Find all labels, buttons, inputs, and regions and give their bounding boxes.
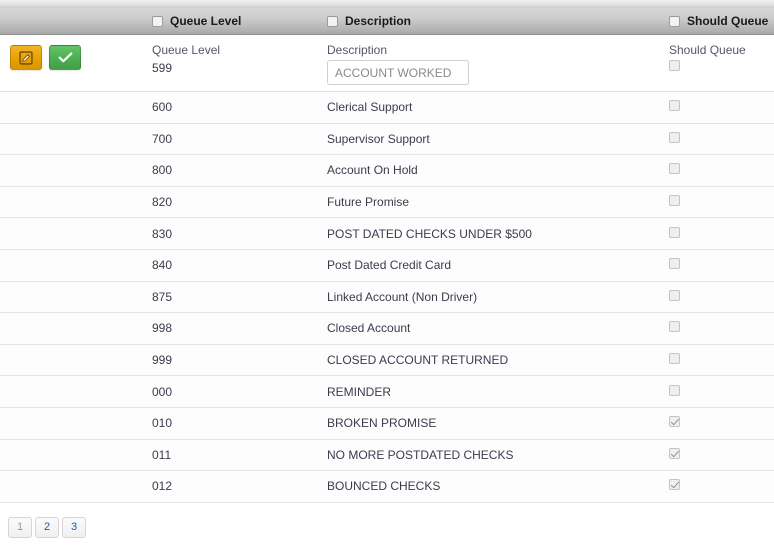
row-cell-description: Clerical Support: [327, 100, 413, 115]
pagination: 123: [0, 503, 774, 538]
select-column-should-queue-checkbox[interactable]: [669, 15, 680, 27]
queue-level-grid-page: Queue Level Description Should Queue Que…: [0, 0, 774, 554]
edit-row-actions: [0, 43, 152, 70]
header-cell-should-queue[interactable]: Should Queue: [669, 14, 774, 28]
row-cell-queue-level: 000: [152, 384, 173, 399]
row-cell-queue-level: 600: [152, 100, 173, 115]
row-cell-description: Linked Account (Non Driver): [327, 289, 478, 304]
row-should-queue-checkbox[interactable]: [669, 416, 680, 428]
row-cell-description: Supervisor Support: [327, 131, 430, 146]
row-cell-description: Future Promise: [327, 195, 410, 210]
edit-field-should-queue: Should Queue: [669, 43, 774, 74]
row-cell-queue-level: 012: [152, 479, 173, 494]
row-should-queue-checkbox[interactable]: [669, 163, 680, 175]
toolbar-strip: [0, 0, 774, 8]
row-cell-description: BOUNCED CHECKS: [327, 479, 441, 494]
row-cell-should-queue: [669, 447, 774, 462]
grid-body: 600 Clerical Support 700 Supervisor Support…: [0, 92, 774, 503]
row-cell-queue-level: 999: [152, 353, 173, 368]
row-cell-should-queue: [669, 479, 774, 493]
row-cell-description: Closed Account: [327, 321, 411, 336]
row-should-queue-checkbox[interactable]: [669, 226, 680, 238]
row-cell-queue-level: 830: [152, 226, 173, 241]
description-input[interactable]: [327, 60, 469, 85]
row-should-queue-checkbox[interactable]: [669, 195, 680, 207]
edit-value-queue-level: 599: [152, 61, 173, 75]
table-row[interactable]: 820 Future Promise: [0, 186, 774, 219]
row-should-queue-checkbox[interactable]: [669, 131, 680, 143]
row-cell-queue-level: 820: [152, 195, 173, 210]
row-cell-queue-level: 010: [152, 416, 173, 431]
inline-edit-row: Queue Level 599 Description Should Queue: [0, 35, 774, 92]
row-should-queue-checkbox[interactable]: [669, 289, 680, 301]
row-cell-should-queue: [669, 131, 774, 146]
row-cell-should-queue: [669, 195, 774, 209]
select-column-queue-level-checkbox[interactable]: [152, 15, 163, 27]
row-cell-should-queue: [669, 289, 774, 304]
edit-field-description: Description: [327, 43, 669, 85]
table-row[interactable]: 012 BOUNCED CHECKS: [0, 471, 774, 503]
row-cell-queue-level: 840: [152, 258, 173, 273]
row-cell-description: CLOSED ACCOUNT RETURNED: [327, 353, 509, 368]
row-cell-should-queue: [669, 416, 774, 430]
row-cell-description: Account On Hold: [327, 163, 418, 178]
row-cell-queue-level: 875: [152, 289, 173, 304]
row-cell-queue-level: 011: [152, 447, 172, 462]
row-cell-queue-level: 700: [152, 131, 173, 146]
row-cell-should-queue: [669, 258, 774, 272]
page-button-3[interactable]: 3: [62, 516, 86, 538]
header-label-queue-level: Queue Level: [170, 14, 242, 28]
table-row[interactable]: 875 Linked Account (Non Driver): [0, 281, 774, 314]
row-should-queue-checkbox[interactable]: [669, 353, 680, 365]
row-cell-should-queue: [669, 384, 774, 399]
row-cell-description: REMINDER: [327, 384, 392, 399]
row-cell-should-queue: [669, 321, 774, 335]
row-cell-description: Post Dated Credit Card: [327, 258, 452, 273]
table-row[interactable]: 999 CLOSED ACCOUNT RETURNED: [0, 344, 774, 377]
header-label-should-queue: Should Queue: [687, 14, 769, 28]
page-button-2[interactable]: 2: [35, 516, 59, 538]
row-should-queue-checkbox[interactable]: [669, 447, 680, 459]
should-queue-checkbox[interactable]: [669, 60, 680, 71]
row-cell-should-queue: [669, 100, 774, 114]
row-cell-should-queue: [669, 226, 774, 241]
row-cell-should-queue: [669, 353, 774, 367]
edit-button[interactable]: [10, 45, 42, 70]
row-should-queue-checkbox[interactable]: [669, 384, 680, 396]
table-row[interactable]: 830 POST DATED CHECKS UNDER $500: [0, 218, 774, 250]
edit-field-queue-level: Queue Level 599: [152, 43, 327, 76]
table-row[interactable]: 600 Clerical Support: [0, 92, 774, 124]
checkmark-icon: [58, 52, 72, 63]
row-cell-description: NO MORE POSTDATED CHECKS: [327, 447, 514, 462]
row-should-queue-checkbox[interactable]: [669, 321, 680, 333]
page-button-1[interactable]: 1: [8, 516, 32, 538]
table-row[interactable]: 840 Post Dated Credit Card: [0, 249, 774, 282]
row-cell-queue-level: 998: [152, 321, 173, 336]
row-cell-should-queue: [669, 163, 774, 177]
edit-label-description: Description: [327, 43, 388, 57]
edit-label-queue-level: Queue Level: [152, 43, 221, 57]
header-label-description: Description: [345, 14, 412, 28]
row-should-queue-checkbox[interactable]: [669, 258, 680, 270]
grid-header-row: Queue Level Description Should Queue: [0, 8, 774, 35]
row-cell-queue-level: 800: [152, 163, 173, 178]
row-should-queue-checkbox[interactable]: [669, 479, 680, 491]
row-cell-description: BROKEN PROMISE: [327, 416, 437, 431]
row-should-queue-checkbox[interactable]: [669, 100, 680, 112]
table-row[interactable]: 700 Supervisor Support: [0, 123, 774, 156]
header-cell-description[interactable]: Description: [327, 14, 669, 28]
table-row[interactable]: 998 Closed Account: [0, 313, 774, 345]
edit-label-should-queue: Should Queue: [669, 43, 746, 57]
select-column-description-checkbox[interactable]: [327, 15, 338, 27]
row-cell-description: POST DATED CHECKS UNDER $500: [327, 226, 532, 241]
table-row[interactable]: 800 Account On Hold: [0, 155, 774, 187]
table-row[interactable]: 010 BROKEN PROMISE: [0, 407, 774, 440]
edit-pencil-icon: [19, 50, 33, 65]
table-row[interactable]: 011 NO MORE POSTDATED CHECKS: [0, 439, 774, 472]
header-cell-queue-level[interactable]: Queue Level: [152, 14, 327, 28]
table-row[interactable]: 000 REMINDER: [0, 376, 774, 408]
accept-button[interactable]: [49, 45, 81, 70]
